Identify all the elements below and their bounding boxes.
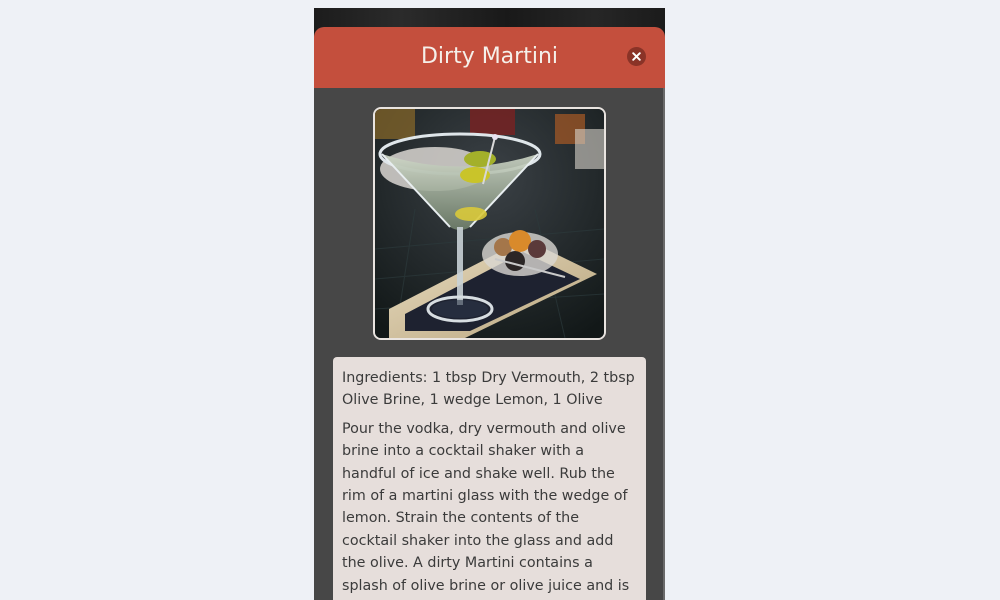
instructions-text: Pour the vodka, dry vermouth and olive b…: [342, 420, 630, 594]
ingredients-text: Ingredients: 1 tbsp Dry Vermouth, 2 tbsp…: [342, 370, 635, 409]
modal-right-edge: [663, 88, 665, 600]
martini-photo: [375, 109, 604, 338]
modal-title: Dirty Martini: [420, 44, 559, 69]
recipe-card: Ingredients: 1 tbsp Dry Vermouth, 2 tbsp…: [333, 357, 646, 600]
close-icon: [632, 52, 641, 61]
recipe-modal: Dirty Martini Ingredients: 1 tbsp Dry Ve…: [314, 27, 665, 600]
modal-header: Dirty Martini: [314, 27, 665, 88]
close-button[interactable]: [627, 47, 646, 66]
cocktail-image: [373, 107, 606, 340]
